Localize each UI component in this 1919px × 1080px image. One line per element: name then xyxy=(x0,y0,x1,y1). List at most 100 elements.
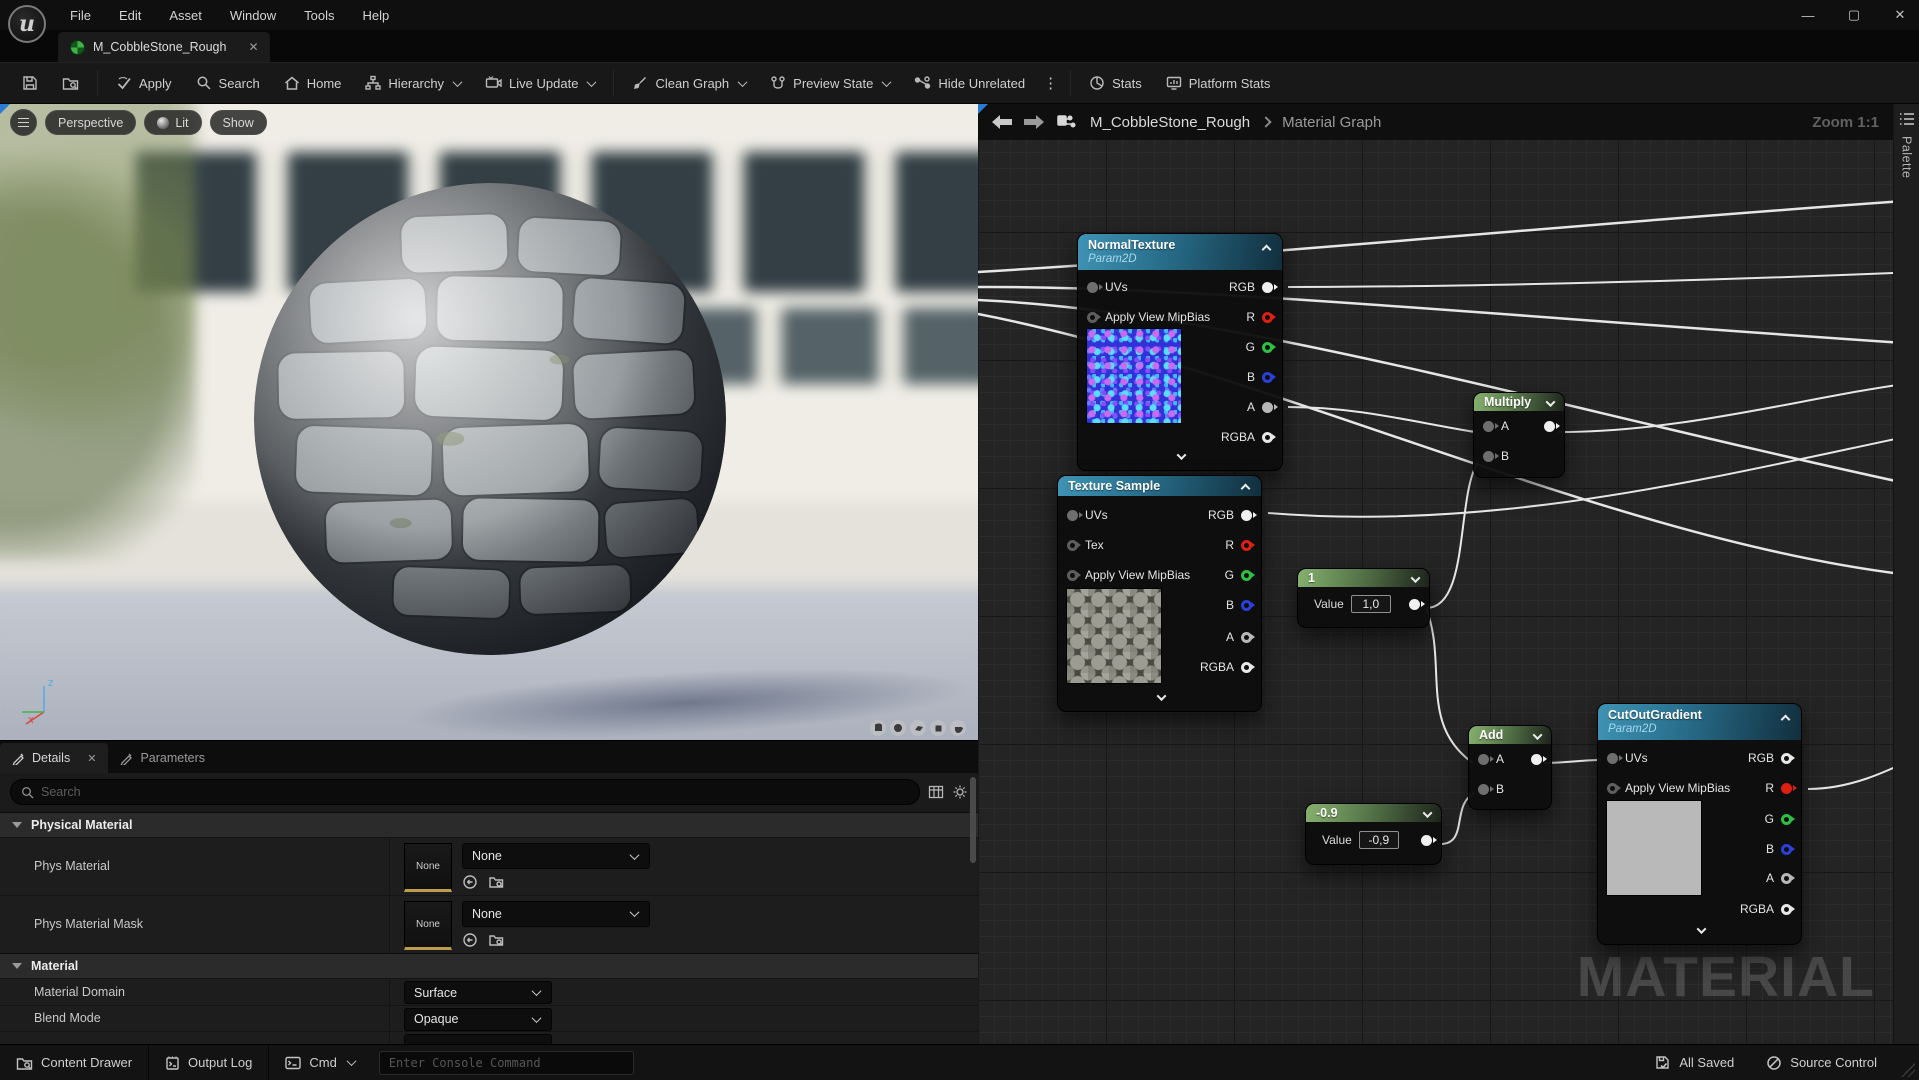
output-log-button[interactable]: Output Log xyxy=(149,1045,269,1080)
category-physical-material[interactable]: Physical Material xyxy=(0,812,978,838)
pin-g[interactable] xyxy=(1241,570,1252,581)
node-cutout-gradient[interactable]: CutOutGradient Param2D UVs Apply View Mi… xyxy=(1597,703,1802,945)
unreal-logo-icon[interactable]: u xyxy=(8,5,46,43)
pin-a[interactable] xyxy=(1478,754,1489,765)
hide-unrelated-button[interactable]: Hide Unrelated xyxy=(902,68,1037,98)
menu-file[interactable]: File xyxy=(70,8,91,23)
value-input[interactable]: -0,9 xyxy=(1359,831,1399,849)
show-button[interactable]: Show xyxy=(210,110,267,135)
material-graph-canvas[interactable]: MATERIAL xyxy=(978,104,1919,1044)
asset-thumbnail[interactable]: None xyxy=(404,843,452,892)
cube-mesh-button[interactable] xyxy=(930,720,946,736)
pin-b[interactable] xyxy=(1262,372,1273,383)
details-scrollbar[interactable] xyxy=(970,777,976,863)
save-button[interactable] xyxy=(10,68,50,98)
use-selected-asset-icon[interactable] xyxy=(462,932,478,948)
pin-output[interactable] xyxy=(1544,421,1555,432)
pin-a[interactable] xyxy=(1262,402,1273,413)
tab-close-icon[interactable]: ✕ xyxy=(248,40,258,54)
home-button[interactable]: Home xyxy=(272,68,354,98)
pin-b[interactable] xyxy=(1483,451,1494,462)
tab-details[interactable]: Details ✕ xyxy=(0,743,108,773)
pin-uvs[interactable] xyxy=(1067,510,1078,521)
category-material[interactable]: Material xyxy=(0,953,978,979)
browse-to-asset-icon[interactable] xyxy=(488,932,505,948)
pin-rgba[interactable] xyxy=(1262,432,1273,443)
blend-mode-dropdown[interactable]: Opaque xyxy=(404,1008,552,1031)
pin-r[interactable] xyxy=(1781,783,1792,794)
node-add[interactable]: Add A B xyxy=(1468,725,1552,810)
nav-forward-icon[interactable] xyxy=(1024,115,1044,129)
details-tab-close-icon[interactable]: ✕ xyxy=(87,752,96,765)
expand-chevron-icon[interactable] xyxy=(1695,921,1705,939)
phys-material-mask-dropdown[interactable]: None xyxy=(462,901,650,927)
hierarchy-button[interactable]: Hierarchy xyxy=(353,68,473,98)
teapot-mesh-button[interactable] xyxy=(950,720,966,736)
pin-a[interactable] xyxy=(1781,873,1792,884)
clean-graph-button[interactable]: Clean Graph xyxy=(620,68,758,98)
pin-rgb[interactable] xyxy=(1262,282,1273,293)
pin-r[interactable] xyxy=(1262,312,1273,323)
use-selected-asset-icon[interactable] xyxy=(462,874,478,890)
pin-mipbias[interactable] xyxy=(1087,312,1098,323)
value-input[interactable]: 1,0 xyxy=(1351,595,1391,613)
partial-dropdown[interactable] xyxy=(404,1034,552,1044)
phys-material-dropdown[interactable]: None xyxy=(462,843,650,869)
asset-thumbnail[interactable]: None xyxy=(404,901,452,950)
content-drawer-button[interactable]: Content Drawer xyxy=(0,1045,149,1080)
preview-viewport[interactable]: Perspective Lit Show z x xyxy=(0,104,978,740)
pin-output[interactable] xyxy=(1531,754,1542,765)
minimize-button[interactable]: — xyxy=(1799,8,1817,23)
settings-gear-icon[interactable] xyxy=(952,784,968,800)
pin-rgba[interactable] xyxy=(1241,662,1252,673)
source-control-button[interactable]: Source Control xyxy=(1750,1045,1893,1080)
node-multiply[interactable]: Multiply A B xyxy=(1473,392,1565,478)
cylinder-mesh-button[interactable] xyxy=(870,720,886,736)
pin-b[interactable] xyxy=(1241,600,1252,611)
menu-help[interactable]: Help xyxy=(362,8,389,23)
asset-tab[interactable]: M_CobbleStone_Rough ✕ xyxy=(58,32,270,62)
node-texture-sample[interactable]: Texture Sample UVs Tex Apply View MipBia… xyxy=(1057,475,1262,712)
stats-button[interactable]: Stats xyxy=(1077,68,1154,98)
search-button[interactable]: Search xyxy=(184,68,272,98)
nav-back-icon[interactable] xyxy=(992,115,1012,129)
palette-sidebar-tab[interactable]: Palette xyxy=(1893,104,1919,1044)
expand-chevron-icon[interactable] xyxy=(1155,688,1165,706)
menu-edit[interactable]: Edit xyxy=(119,8,141,23)
pin-tex[interactable] xyxy=(1067,540,1078,551)
toolbar-overflow-kebab[interactable]: ⋮ xyxy=(1037,74,1064,92)
sphere-mesh-button[interactable] xyxy=(890,720,906,736)
expand-chevron-icon[interactable] xyxy=(1175,447,1185,465)
pin-g[interactable] xyxy=(1781,814,1792,825)
pin-a[interactable] xyxy=(1241,632,1252,643)
pin-rgba[interactable] xyxy=(1781,904,1792,915)
viewport-menu-button[interactable] xyxy=(10,109,37,136)
perspective-button[interactable]: Perspective xyxy=(45,110,136,135)
details-search-input[interactable] xyxy=(41,785,909,799)
display-filter-icon[interactable] xyxy=(928,784,944,800)
platform-stats-button[interactable]: Platform Stats xyxy=(1154,68,1283,98)
pin-mipbias[interactable] xyxy=(1067,570,1078,581)
menu-tools[interactable]: Tools xyxy=(304,8,334,23)
pin-rgb[interactable] xyxy=(1241,510,1252,521)
resize-grip[interactable] xyxy=(1901,1063,1915,1077)
pin-g[interactable] xyxy=(1262,342,1273,353)
node-normal-texture[interactable]: NormalTexture Param2D UVs Apply View Mip… xyxy=(1077,233,1283,471)
pin-uvs[interactable] xyxy=(1087,282,1098,293)
pin-output[interactable] xyxy=(1421,835,1432,846)
menu-window[interactable]: Window xyxy=(230,8,276,23)
live-update-button[interactable]: Live Update xyxy=(473,68,607,98)
plane-mesh-button[interactable] xyxy=(910,720,926,736)
pin-uvs[interactable] xyxy=(1607,753,1618,764)
browse-asset-button[interactable] xyxy=(50,68,91,98)
node-constant-1[interactable]: 1 Value 1,0 xyxy=(1297,568,1430,628)
menu-asset[interactable]: Asset xyxy=(169,8,202,23)
console-command-input[interactable] xyxy=(379,1051,634,1075)
breadcrumb-page[interactable]: Material Graph xyxy=(1282,114,1381,131)
node-constant-neg-0-9[interactable]: -0.9 Value -0,9 xyxy=(1305,803,1442,865)
pin-b[interactable] xyxy=(1478,784,1489,795)
lit-mode-button[interactable]: Lit xyxy=(144,110,201,135)
preview-state-button[interactable]: Preview State xyxy=(758,68,902,98)
tab-parameters[interactable]: Parameters xyxy=(108,743,217,773)
breadcrumb-asset[interactable]: M_CobbleStone_Rough xyxy=(1090,114,1250,131)
